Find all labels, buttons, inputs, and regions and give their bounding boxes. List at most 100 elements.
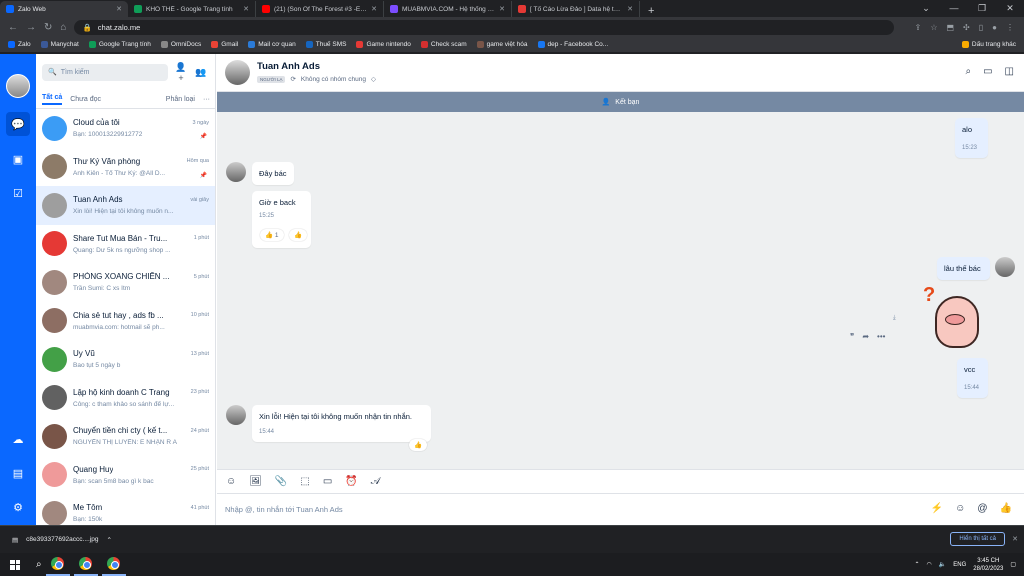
home-icon[interactable]: ⌂ [60,22,66,33]
search-icon[interactable]: ⌕ [965,66,971,77]
conversation-item[interactable]: Cloud của tôi 3 ngày Bạn: 100013229912772 📌 [36,109,215,148]
quote-icon[interactable]: ❞ [850,332,854,341]
close-icon[interactable]: ✕ [499,5,505,13]
menu-icon[interactable]: ⋮ [1006,23,1014,32]
tab-zalo[interactable]: Zalo Web ✕ [0,1,128,17]
sticker-icon[interactable]: ☺ [226,476,236,487]
message-bubble[interactable]: Đây bác [252,162,294,185]
settings-nav-icon[interactable]: ⚙ [6,495,30,519]
search-input[interactable]: 🔍 Tìm kiếm [42,63,168,81]
close-icon[interactable]: ✕ [371,5,377,13]
message-input[interactable]: Nhập @, tin nhắn tới Tuan Anh Ads ⚡ ☺ @ … [217,493,1024,525]
conversation-item[interactable]: Chuyển tiền chi cty ( kế t... 24 phút NGUY… [36,417,215,456]
avatar[interactable] [995,257,1015,277]
bookmark-item[interactable]: Game nintendo [356,41,411,48]
message-bubble[interactable]: lâu thế bác [937,257,990,280]
message-bubble[interactable]: vcc 15:44 [957,358,988,398]
bookmark-item[interactable]: OmniDocs [160,41,201,48]
business-card-icon[interactable]: ▭ [323,476,332,487]
bookmark-item[interactable]: Google Trang tính [88,41,151,48]
close-icon[interactable]: ✕ [243,5,249,13]
bookmark-item[interactable]: game việt hóa [476,41,528,48]
bookmark-item[interactable]: Check scam [420,41,467,48]
other-bookmarks[interactable]: Dấu trang khác [961,41,1024,48]
like-send-icon[interactable]: 👍 [1000,503,1012,514]
close-window-icon[interactable]: ✕ [996,0,1024,16]
sort-dropdown[interactable]: Phân loại [166,96,195,103]
search-icon[interactable]: ⌕ [36,559,42,570]
toolbox-nav-icon[interactable]: ▤ [6,461,30,485]
pig-sticker[interactable]: ? [923,284,983,354]
conversation-item[interactable]: PHÒNG XOANG CHIẾN ... 5 phút Trần Sumi: C … [36,263,215,302]
download-icon[interactable]: ⤓ [893,315,896,322]
profile-icon[interactable]: ● [992,23,997,32]
chrome-taskbar-icon[interactable] [73,553,98,576]
star-icon[interactable]: ☆ [930,23,937,32]
conversation-item[interactable]: Chia sẻ tut hay , ads fb ... 10 phút muabm… [36,302,215,341]
notification-icon[interactable]: ▢ [1010,561,1016,568]
cloud-nav-icon[interactable]: ☁ [6,427,30,451]
forward-icon[interactable]: ➦ [862,332,869,341]
close-icon[interactable]: ✕ [1012,535,1018,543]
conversation-item[interactable]: Thư Ký Văn phòng Hôm qua Anh Kiên - Tổ Thư… [36,148,215,187]
tab-google-sheets[interactable]: KHO THẺ - Google Trang tính ✕ [128,1,256,17]
conversation-item[interactable]: Tuan Anh Ads vài giây Xin lỗi! Hiện tại tô… [36,186,215,225]
wifi-icon[interactable]: ◠ [927,561,932,568]
download-file-name[interactable]: c8e393377692accc....jpg [26,536,98,543]
video-call-icon[interactable]: ▭ [983,66,992,77]
sidebar-icon[interactable]: ▯ [979,23,983,32]
image-icon[interactable]: 🖼 [249,476,262,487]
chrome-taskbar-icon[interactable] [45,553,70,576]
tab-youtube[interactable]: (21) (Son Of The Forest #3 -End) H... ✕ [256,1,384,17]
bookmark-item[interactable]: Zalo [8,41,31,48]
quick-message-icon[interactable]: ⚡ [931,503,943,514]
minimize-icon[interactable]: — [940,0,968,16]
message-bubble[interactable]: alo 15:23 [955,118,988,158]
bookmark-item[interactable]: Manychat [40,41,79,48]
avatar[interactable] [6,74,30,98]
chat-title[interactable]: Tuan Anh Ads [257,61,320,72]
puzzle-icon[interactable]: ✣ [963,23,970,32]
url-input[interactable]: 🔒 chat.zalo.me [74,19,895,35]
restore-icon[interactable]: ❐ [968,0,996,16]
new-tab-button[interactable]: + [640,5,662,17]
close-icon[interactable]: ✕ [627,5,633,13]
add-friend-bar[interactable]: 👤 Kết bạn [217,92,1024,112]
close-icon[interactable]: ✕ [116,5,122,13]
mention-icon[interactable]: @ [977,503,987,514]
attachment-icon[interactable]: 📎 [275,476,287,487]
bookmark-item[interactable]: Thuế SMS [305,41,346,48]
volume-icon[interactable]: 🔈 [939,561,946,568]
windows-start-icon[interactable] [10,559,20,570]
conversation-item[interactable]: Quang Huy 25 phút Bạn: scan 5m8 bao gì k b… [36,456,215,495]
back-icon[interactable]: ← [8,22,18,33]
reaction-badge[interactable]: 👍 1 [260,229,284,241]
conversation-item[interactable]: Lập hộ kinh doanh C Trang 23 phút Công: c … [36,379,215,418]
reload-icon[interactable]: ↻ [44,22,52,33]
more-icon[interactable]: ••• [877,332,885,341]
emoji-icon[interactable]: ☺ [955,503,965,514]
avatar[interactable] [226,162,246,182]
conversation-item[interactable]: Share Tut Mua Bán - Tru... 1 phút Quang: D… [36,225,215,264]
contacts-nav-icon[interactable]: ▣ [6,147,30,171]
avatar[interactable] [225,60,250,85]
share-icon[interactable]: ⇪ [915,23,922,32]
show-all-button[interactable]: Hiển thị tất cả [950,532,1005,546]
conversation-item[interactable]: Uy Vũ 13 phút Bao tụt 5 ngày b [36,340,215,379]
format-icon[interactable]: 𝒜 [371,476,380,487]
clock[interactable]: 3:45 CH 28/02/2023 [973,557,1003,573]
tab-unread[interactable]: Chưa đọc [70,96,101,103]
screenshot-icon[interactable]: ⬚ [300,476,309,487]
like-reaction-icon[interactable]: 👍 [409,439,428,451]
bookmark-item[interactable]: Mail cơ quan [248,41,296,48]
tab-search-icon[interactable]: ⌄ [912,0,940,16]
bookmark-item[interactable]: Gmail [211,41,238,48]
avatar[interactable] [226,405,246,425]
chrome-taskbar-icon[interactable] [101,553,126,576]
todo-nav-icon[interactable]: ☑ [6,181,30,205]
tab-muabmvia[interactable]: MUABMVIA.COM - Hệ thống Mua B... ✕ [384,1,512,17]
tray-overflow-icon[interactable]: ⌃ [915,561,920,568]
forward-icon[interactable]: → [26,22,36,33]
message-bubble[interactable]: Xin lỗi! Hiện tại tôi không muốn nhận ti… [252,405,431,442]
like-reaction-icon[interactable]: 👍 [289,229,308,241]
